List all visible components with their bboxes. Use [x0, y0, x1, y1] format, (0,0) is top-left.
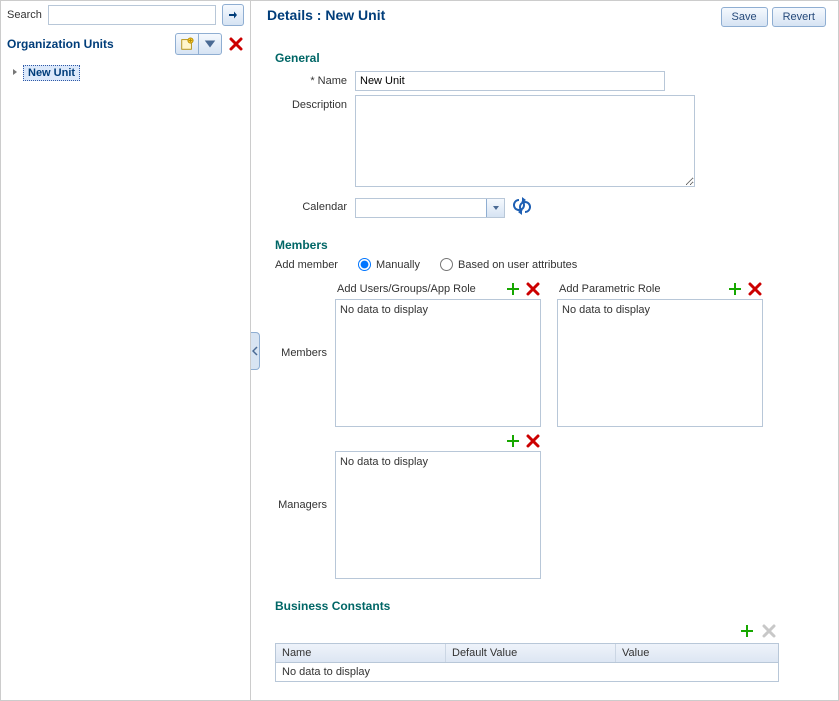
- search-go-button[interactable]: [222, 4, 244, 26]
- chevron-down-icon: [492, 204, 500, 212]
- bc-col-default[interactable]: Default Value: [446, 644, 616, 662]
- delete-x-icon: [761, 623, 777, 639]
- description-textarea[interactable]: [355, 95, 695, 187]
- parametric-list[interactable]: No data to display: [557, 299, 763, 427]
- radio-attr-input[interactable]: [440, 258, 453, 271]
- managers-box: No data to display: [335, 431, 541, 579]
- org-units-header: Organization Units: [1, 29, 250, 59]
- left-panel: Search Organization Units: [1, 1, 251, 700]
- calendar-dropdown-toggle[interactable]: [486, 199, 504, 217]
- bc-col-name[interactable]: Name: [276, 644, 446, 662]
- users-box-caption: Add Users/Groups/App Role: [335, 283, 476, 295]
- org-units-actions: [175, 33, 244, 55]
- managers-row-label: Managers: [275, 431, 335, 579]
- details-title-prefix: Details :: [267, 7, 325, 23]
- search-input[interactable]: [48, 5, 216, 25]
- details-title-item: New Unit: [325, 7, 385, 23]
- parametric-empty: No data to display: [562, 304, 758, 316]
- delete-x-icon: [747, 281, 763, 297]
- delete-unit-button[interactable]: [228, 36, 244, 52]
- members-boxes-row: Members Add Users/Groups/App Role: [275, 279, 810, 427]
- bc-table-head: Name Default Value Value: [276, 644, 778, 663]
- app-root: Search Organization Units: [0, 0, 839, 701]
- details-top-bar: Details : New Unit Save Revert: [251, 1, 838, 31]
- calendar-label: Calendar: [275, 197, 355, 213]
- create-unit-splitbutton: [175, 33, 222, 55]
- save-button[interactable]: Save: [721, 7, 768, 27]
- add-member-radio-row: Add member Manually Based on user attrib…: [275, 258, 810, 271]
- section-heading-bc: Business Constants: [275, 599, 810, 613]
- bc-toolbar: [275, 619, 779, 643]
- chevron-left-icon: [252, 346, 258, 356]
- users-remove-button[interactable]: [525, 281, 541, 297]
- search-label: Search: [7, 9, 42, 21]
- radio-manual[interactable]: Manually: [358, 258, 420, 271]
- bc-empty: No data to display: [276, 663, 778, 681]
- radio-attr[interactable]: Based on user attributes: [440, 258, 577, 271]
- calendar-refresh-button[interactable]: [513, 197, 531, 218]
- plus-icon: [739, 623, 755, 639]
- bc-col-value[interactable]: Value: [616, 644, 778, 662]
- bc-table-body: No data to display: [276, 663, 778, 681]
- details-top-buttons: Save Revert: [721, 7, 826, 27]
- details-form: General Name Description Calendar: [251, 31, 838, 692]
- members-row-label: Members: [275, 279, 335, 427]
- add-member-label: Add member: [275, 259, 338, 271]
- name-input[interactable]: [355, 71, 665, 91]
- field-calendar: Calendar: [275, 197, 810, 218]
- bc-table: Name Default Value Value No data to disp…: [275, 643, 779, 682]
- plus-icon: [505, 281, 521, 297]
- radio-manual-input[interactable]: [358, 258, 371, 271]
- radio-manual-text: Manually: [376, 259, 420, 271]
- managers-empty: No data to display: [340, 456, 536, 468]
- org-tree: New Unit: [1, 59, 250, 87]
- field-description: Description: [275, 95, 810, 187]
- plus-icon: [727, 281, 743, 297]
- section-heading-general: General: [275, 51, 810, 65]
- revert-button[interactable]: Revert: [772, 7, 826, 27]
- plus-icon: [505, 433, 521, 449]
- create-unit-dropdown[interactable]: [198, 34, 221, 54]
- name-label: Name: [275, 71, 355, 87]
- disclosure-icon[interactable]: [11, 67, 19, 79]
- managers-remove-button[interactable]: [525, 433, 541, 449]
- search-row: Search: [1, 1, 250, 29]
- delete-x-icon: [525, 281, 541, 297]
- managers-list[interactable]: No data to display: [335, 451, 541, 579]
- bc-remove-button: [761, 623, 777, 639]
- description-label: Description: [275, 95, 355, 111]
- create-unit-button[interactable]: [176, 34, 198, 54]
- delete-x-icon: [228, 36, 244, 52]
- bc-add-button[interactable]: [739, 623, 755, 639]
- delete-x-icon: [525, 433, 541, 449]
- details-title: Details : New Unit: [267, 7, 385, 23]
- users-list[interactable]: No data to display: [335, 299, 541, 427]
- tree-root-node[interactable]: New Unit: [11, 65, 240, 81]
- calendar-select[interactable]: [355, 198, 505, 218]
- members-parametric-box: Add Parametric Role No data to display: [557, 279, 763, 427]
- users-empty: No data to display: [340, 304, 536, 316]
- managers-add-button[interactable]: [505, 433, 521, 449]
- chevron-down-icon: [203, 37, 217, 51]
- right-panel: Details : New Unit Save Revert General N…: [251, 1, 838, 700]
- tree-node-label: New Unit: [23, 65, 80, 81]
- org-units-title: Organization Units: [7, 37, 114, 51]
- managers-boxes-row: Managers No data t: [275, 431, 810, 579]
- arrow-right-icon: [227, 9, 239, 21]
- refresh-icon: [513, 197, 531, 215]
- parametric-remove-button[interactable]: [747, 281, 763, 297]
- field-name: Name: [275, 71, 810, 91]
- section-heading-members: Members: [275, 238, 810, 252]
- radio-attr-text: Based on user attributes: [458, 259, 577, 271]
- new-item-icon: [180, 37, 194, 51]
- members-users-box: Add Users/Groups/App Role No data to dis…: [335, 279, 541, 427]
- parametric-add-button[interactable]: [727, 281, 743, 297]
- parametric-box-caption: Add Parametric Role: [557, 283, 661, 295]
- panel-collapse-handle[interactable]: [251, 332, 260, 370]
- users-add-button[interactable]: [505, 281, 521, 297]
